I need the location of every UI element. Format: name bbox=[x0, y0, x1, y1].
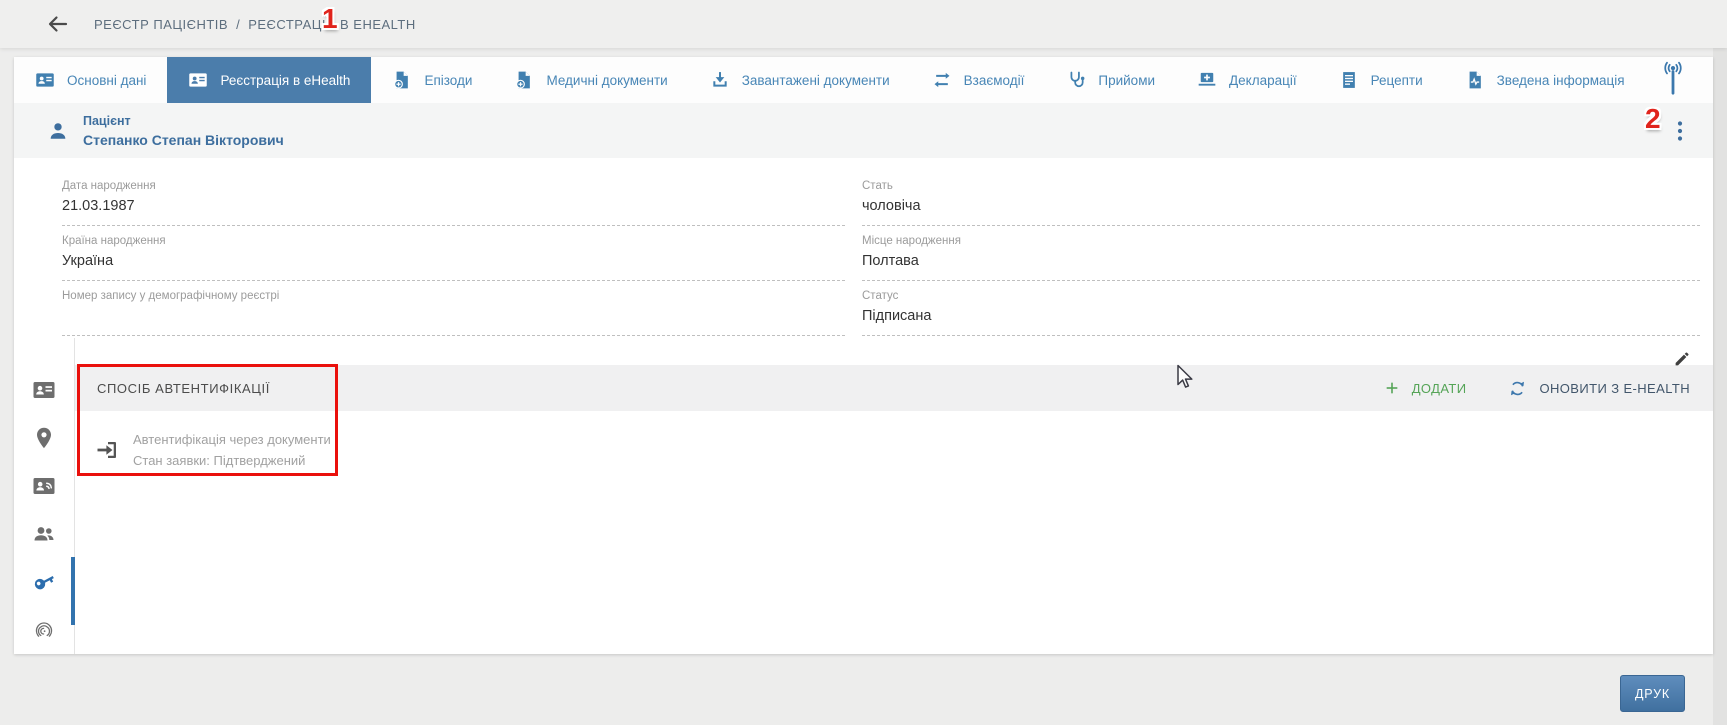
tab-label: Прийоми bbox=[1098, 73, 1155, 88]
authentication-content: СПОСІБ АВТЕНТИФІКАЦІЇ ДОДАТИ ОНОВИТИ З E… bbox=[75, 338, 1713, 654]
tab-prescriptions[interactable]: Рецепти bbox=[1318, 57, 1444, 103]
field-value: 21.03.1987 bbox=[62, 198, 845, 215]
patient-fields: Дата народження 21.03.1987 Країна народж… bbox=[14, 158, 1713, 338]
refresh-icon bbox=[1508, 379, 1527, 398]
field-gender: Стать чоловіча bbox=[862, 171, 1700, 226]
tab-label: Взаємодії bbox=[964, 73, 1025, 88]
add-button-label: ДОДАТИ bbox=[1412, 381, 1467, 396]
stethoscope-icon bbox=[1066, 70, 1086, 90]
field-label: Країна народження bbox=[62, 235, 845, 247]
sidebar-item-contacts[interactable] bbox=[32, 474, 56, 498]
print-button[interactable]: ДРУК bbox=[1620, 675, 1685, 712]
tab-summary-info[interactable]: Зведена інформація bbox=[1444, 57, 1646, 103]
swap-arrows-icon bbox=[932, 70, 952, 90]
section-title: СПОСІБ АВТЕНТИФІКАЦІЇ bbox=[97, 381, 270, 396]
kebab-menu-icon[interactable] bbox=[1673, 119, 1687, 143]
tab-label: Основні дані bbox=[67, 73, 146, 88]
document-plus-icon bbox=[392, 70, 412, 90]
breadcrumb: РЕЄСТР ПАЦІЄНТІВ / РЕЄСТРАЦІЯ В EHEALTH bbox=[94, 17, 416, 32]
plus-icon bbox=[1384, 380, 1400, 396]
tab-appointments[interactable]: Прийоми bbox=[1045, 57, 1176, 103]
field-birth-date: Дата народження 21.03.1987 bbox=[62, 171, 845, 226]
subsection-icon-rail bbox=[14, 338, 75, 654]
tab-label: Декларації bbox=[1229, 73, 1297, 88]
key-icon bbox=[28, 566, 60, 598]
people-icon bbox=[32, 522, 56, 546]
field-demographic-registry-number: Номер запису у демографічному реєстрі bbox=[62, 281, 845, 336]
document-plus-icon bbox=[514, 70, 534, 90]
tab-basic-data[interactable]: Основні дані bbox=[14, 57, 167, 103]
tab-ehealth-registration[interactable]: Реєстрація в eHealth bbox=[167, 57, 371, 103]
laptop-plus-icon bbox=[1197, 70, 1217, 90]
field-value: Підписана bbox=[862, 308, 1700, 325]
annotation-marker-2: 2 bbox=[1645, 103, 1661, 135]
tab-label: Епізоди bbox=[424, 73, 472, 88]
login-arrow-icon bbox=[95, 438, 119, 462]
field-label: Статус bbox=[862, 290, 1700, 302]
field-label: Номер запису у демографічному реєстрі bbox=[62, 290, 845, 302]
back-arrow-icon[interactable] bbox=[46, 12, 70, 36]
document-pulse-icon bbox=[1465, 70, 1485, 90]
field-status: Статус Підписана bbox=[862, 281, 1700, 336]
patient-name: Степанко Степан Вікторович bbox=[83, 132, 284, 148]
sidebar-item-biometrics[interactable] bbox=[32, 618, 56, 642]
annotation-marker-1: 1 bbox=[322, 3, 338, 35]
auth-method-title: Автентифікація через документи bbox=[133, 429, 331, 450]
id-card-icon bbox=[188, 70, 208, 90]
breadcrumb-separator: / bbox=[236, 17, 240, 32]
print-button-label: ДРУК bbox=[1635, 687, 1670, 701]
field-value bbox=[62, 308, 845, 325]
breadcrumb-parent-link[interactable]: РЕЄСТР ПАЦІЄНТІВ bbox=[94, 17, 228, 32]
tab-interactions[interactable]: Взаємодії bbox=[911, 57, 1046, 103]
tab-declarations[interactable]: Декларації bbox=[1176, 57, 1318, 103]
field-birth-country: Країна народження Україна bbox=[62, 226, 845, 281]
sidebar-item-authentication[interactable] bbox=[32, 570, 56, 594]
add-button[interactable]: ДОДАТИ bbox=[1384, 380, 1467, 396]
field-birth-place: Місце народження Полтава bbox=[862, 226, 1700, 281]
sidebar-item-patient-card[interactable] bbox=[32, 378, 56, 402]
id-card-icon bbox=[32, 378, 56, 402]
patient-identity: Пацієнт Степанко Степан Вікторович bbox=[83, 114, 284, 148]
patient-card: Основні дані Реєстрація в eHealth Епізод… bbox=[14, 57, 1713, 654]
download-icon bbox=[710, 70, 730, 90]
scrollbar-gutter[interactable] bbox=[1713, 48, 1727, 725]
tab-label: Медичні документи bbox=[546, 73, 667, 88]
location-pin-icon bbox=[32, 426, 56, 450]
auth-method-status: Стан заявки: Підтверджений bbox=[133, 450, 331, 471]
field-label: Стать bbox=[862, 180, 1700, 192]
field-value: Полтава bbox=[862, 253, 1700, 270]
patient-role-label: Пацієнт bbox=[83, 114, 284, 128]
tab-bar: Основні дані Реєстрація в eHealth Епізод… bbox=[14, 57, 1713, 103]
person-icon bbox=[47, 120, 69, 142]
receipt-lines-icon bbox=[1339, 70, 1359, 90]
ehealth-patient-registration-page: { "topbar": { "breadcrumb_parent": "РЕЄС… bbox=[0, 0, 1727, 725]
refresh-button-label: ОНОВИТИ З E-HEALTH bbox=[1539, 381, 1690, 396]
top-bar: РЕЄСТР ПАЦІЄНТІВ / РЕЄСТРАЦІЯ В EHEALTH bbox=[0, 0, 1727, 48]
authentication-header-band: СПОСІБ АВТЕНТИФІКАЦІЇ ДОДАТИ ОНОВИТИ З E… bbox=[75, 365, 1713, 411]
contact-phone-icon bbox=[32, 474, 56, 498]
tab-episodes[interactable]: Епізоди bbox=[371, 57, 493, 103]
tab-label: Зведена інформація bbox=[1497, 73, 1625, 88]
field-label: Місце народження bbox=[862, 235, 1700, 247]
tab-label: Реєстрація в eHealth bbox=[220, 73, 350, 88]
tab-medical-documents[interactable]: Медичні документи bbox=[493, 57, 688, 103]
field-value: чоловіча bbox=[862, 198, 1700, 215]
tab-label: Завантажені документи bbox=[742, 73, 890, 88]
tab-uploaded-documents[interactable]: Завантажені документи bbox=[689, 57, 911, 103]
tab-label: Рецепти bbox=[1371, 73, 1423, 88]
field-value: Україна bbox=[62, 253, 845, 270]
authentication-method-item[interactable]: Автентифікація через документи Стан заяв… bbox=[75, 426, 1713, 474]
signal-tower-icon[interactable] bbox=[1659, 60, 1687, 101]
refresh-from-ehealth-button[interactable]: ОНОВИТИ З E-HEALTH bbox=[1508, 379, 1690, 398]
sidebar-item-relatives[interactable] bbox=[32, 522, 56, 546]
edit-pencil-icon[interactable] bbox=[1673, 350, 1691, 368]
sidebar-item-address[interactable] bbox=[32, 426, 56, 450]
fingerprint-icon bbox=[32, 618, 56, 642]
field-label: Дата народження bbox=[62, 180, 845, 192]
patient-header: Пацієнт Степанко Степан Вікторович bbox=[14, 103, 1713, 158]
id-card-icon bbox=[35, 70, 55, 90]
authentication-section: СПОСІБ АВТЕНТИФІКАЦІЇ ДОДАТИ ОНОВИТИ З E… bbox=[14, 338, 1713, 654]
